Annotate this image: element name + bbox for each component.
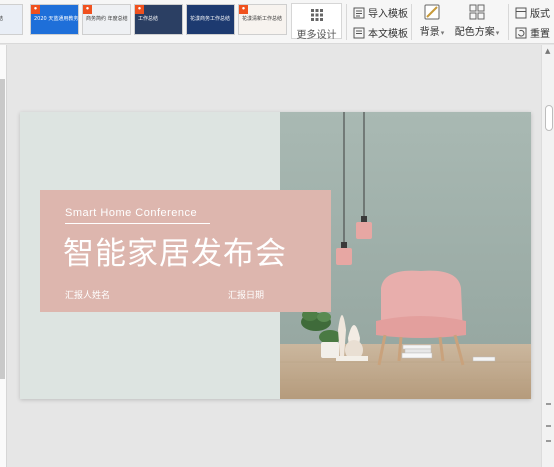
background-label: 背景 (419, 27, 440, 38)
scroll-thumb[interactable] (545, 105, 553, 131)
text-template-button[interactable]: 本文模板 (353, 25, 408, 40)
hot-badge-icon: • (31, 5, 40, 14)
layout-button[interactable]: 版式 (515, 5, 550, 20)
layout-icon (515, 7, 527, 18)
layout-label: 版式 (530, 9, 550, 20)
template-thumbnail-text: 建工作总结 (0, 16, 3, 22)
text-template-label: 本文模板 (368, 29, 408, 40)
hot-badge-icon: • (83, 5, 92, 14)
chevron-down-icon: ▾ (495, 29, 500, 37)
slide-thumbnail-panel-edge[interactable] (0, 45, 7, 467)
scroll-up-icon[interactable]: ▲ (545, 47, 550, 55)
color-scheme-label: 配色方案 (454, 27, 495, 38)
chevron-down-icon: ▾ (440, 29, 445, 37)
scroll-marker (546, 440, 551, 442)
template-thumbnail[interactable]: • 工作总结 (134, 4, 183, 35)
divider (411, 4, 412, 40)
reset-button[interactable]: 重置 (515, 25, 550, 40)
scroll-marker (546, 425, 551, 427)
template-thumbnail-text: 商务简约 年度总结 (86, 16, 128, 22)
report-date-text[interactable]: 汇报日期 (228, 288, 264, 301)
reporter-name-text[interactable]: 汇报人姓名 (65, 288, 110, 301)
template-thumbnail-text: 花漾清新工作总结 (242, 16, 283, 22)
template-thumbnail-text: 工作总结 (138, 16, 159, 22)
template-thumbnail[interactable]: • 商务简约 年度总结 (82, 4, 131, 35)
template-thumbnail[interactable]: 花漾商务工作总结 (186, 4, 235, 35)
thumbnail-edge (0, 79, 5, 379)
grid-icon (310, 9, 323, 21)
slide-subtitle[interactable]: Smart Home Conference (65, 207, 197, 219)
slide-canvas[interactable]: Smart Home Conference 智能家居发布会 汇报人姓名 汇报日期 (20, 112, 531, 399)
document-icon (353, 27, 365, 38)
hot-badge-icon: • (135, 5, 144, 14)
import-template-button[interactable]: 导入模板 (353, 5, 408, 20)
palette-icon (469, 4, 485, 20)
more-design-label: 更多设计 (296, 30, 337, 41)
slide-title[interactable]: 智能家居发布会 (63, 228, 287, 273)
scroll-marker (546, 403, 551, 405)
reset-label: 重置 (530, 29, 550, 40)
template-thumbnail-text: 2020 天蓝通用教务报告 (34, 16, 79, 22)
title-block[interactable]: Smart Home Conference 智能家居发布会 汇报人姓名 汇报日期 (40, 190, 331, 312)
divider (346, 4, 347, 40)
template-thumbnail-text: 花漾商务工作总结 (190, 16, 231, 22)
subtitle-underline (65, 223, 210, 224)
divider (508, 4, 509, 40)
template-thumbnail[interactable]: 建工作总结 (0, 4, 23, 35)
color-scheme-button[interactable]: 配色方案▾ (452, 4, 502, 38)
hot-badge-icon: • (239, 5, 248, 14)
import-icon (353, 7, 365, 18)
template-thumbnail[interactable]: • 2020 天蓝通用教务报告 (30, 4, 79, 35)
background-button[interactable]: 背景▾ (417, 4, 447, 38)
background-icon (424, 4, 440, 20)
design-ribbon: 建工作总结 • 2020 天蓝通用教务报告 • 商务简约 年度总结 • 工作总结 花漾商务工作… (0, 0, 554, 44)
reset-icon (515, 27, 527, 38)
more-design-button[interactable]: 更多设计 (291, 3, 342, 41)
template-thumbnail[interactable]: • 花漾清新工作总结 (238, 4, 287, 35)
import-template-label: 导入模板 (368, 9, 408, 20)
vertical-scrollbar[interactable]: ▲ (541, 45, 554, 467)
